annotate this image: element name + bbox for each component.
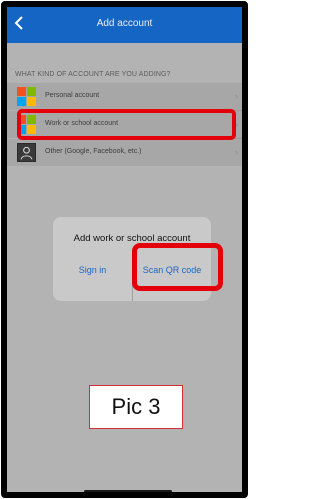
phone-frame: Add account WHAT KIND OF ACCOUNT ARE YOU… (1, 1, 248, 498)
chevron-right-icon: › (235, 91, 238, 101)
microsoft-logo-icon (17, 87, 36, 106)
section-header: WHAT KIND OF ACCOUNT ARE YOU ADDING? (15, 71, 171, 78)
page-title: Add account (96, 18, 153, 29)
person-icon (17, 143, 36, 162)
option-label: Other (Google, Facebook, etc.) (45, 148, 142, 155)
sign-in-button[interactable]: Sign in (53, 265, 132, 275)
scan-qr-highlight (132, 243, 223, 291)
personal-account-option[interactable]: Personal account › (7, 83, 242, 110)
option-label: Personal account (45, 92, 100, 99)
nav-bar: Add account (7, 7, 242, 43)
other-account-option[interactable]: Other (Google, Facebook, etc.) › (7, 139, 242, 166)
caption-label: Pic 3 (89, 385, 183, 429)
chevron-right-icon: › (235, 147, 238, 157)
home-indicator[interactable] (84, 490, 172, 492)
work-account-highlight (17, 109, 236, 140)
